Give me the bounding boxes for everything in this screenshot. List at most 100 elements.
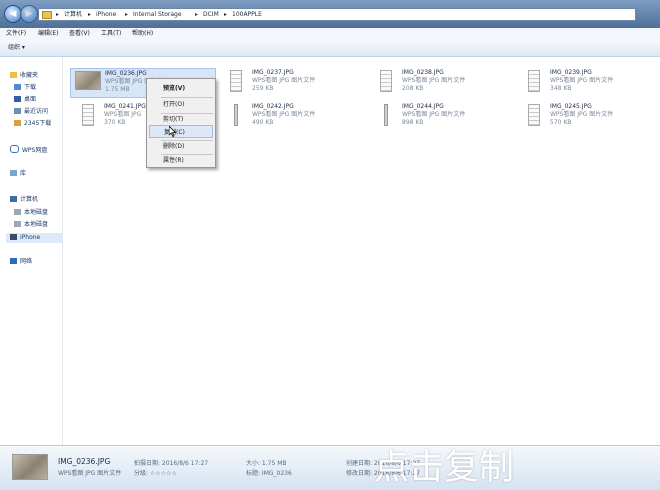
nav-label: 收藏夹	[20, 72, 39, 79]
photo-thumbnail	[528, 70, 540, 92]
nav-libraries[interactable]: 库	[10, 169, 26, 179]
library-icon	[10, 170, 17, 176]
nav-iphone[interactable]: iPhone	[6, 233, 62, 243]
forward-button[interactable]: ▶	[20, 5, 38, 23]
photo-thumbnail	[75, 71, 101, 90]
chevron-right-icon: ▸	[195, 11, 199, 18]
mouse-cursor-icon	[168, 125, 177, 138]
title-bar: ◀ ▶ ▸ 计算机 ▸ iPhone ▸ Internal Storage ▸ …	[0, 0, 660, 28]
file-size: 898 KB	[402, 119, 424, 126]
recent-places-icon	[14, 108, 21, 114]
nav-favorites[interactable]: 收藏夹	[10, 71, 38, 81]
file-type: WPS看图 JPG 图片文件	[402, 111, 466, 118]
chevron-right-icon: ▸	[56, 11, 60, 18]
computer-icon	[10, 196, 17, 202]
breadcrumb-computer[interactable]: 计算机	[64, 11, 82, 19]
nav-2345-downloads[interactable]: 2345下载	[14, 119, 51, 129]
breadcrumb-dcim[interactable]: DCIM	[203, 11, 219, 19]
nav-label: WPS网盘	[22, 147, 48, 154]
details-pane: IMG_0236.JPG WPS看图 JPG 图片文件 拍摄日期: 2016/8…	[0, 445, 660, 490]
file-size: 570 KB	[550, 119, 572, 126]
desktop-icon	[14, 96, 21, 102]
file-size: 1.75 MB	[105, 86, 130, 93]
file-tile[interactable]: IMG_0238.JPG WPS看图 JPG 图片文件 208 KB	[368, 68, 508, 98]
file-tile[interactable]: IMG_0241.JPG WPS看图 JPG 370 KB	[70, 102, 148, 132]
file-name: IMG_0242.JPG	[252, 103, 294, 110]
file-type: WPS看图 JPG 图片文件	[550, 111, 614, 118]
file-size: 490 KB	[252, 119, 274, 126]
menu-help[interactable]: 帮助(H)	[132, 30, 153, 38]
breadcrumb-iphone[interactable]: iPhone	[96, 11, 116, 19]
photo-thumbnail	[380, 70, 392, 92]
file-type: WPS看图 JPG	[104, 111, 142, 118]
breadcrumb-100apple[interactable]: 100APPLE	[232, 11, 262, 19]
detail-date-taken: 拍摄日期: 2016/8/6 17:27	[134, 460, 209, 467]
nav-recent[interactable]: 最近访问	[14, 107, 48, 117]
menu-item-preview[interactable]: 预览(V)	[149, 82, 213, 95]
address-bar[interactable]: ▸ 计算机 ▸ iPhone ▸ Internal Storage ▸ DCIM…	[38, 8, 636, 21]
download-icon	[14, 84, 21, 90]
file-tile[interactable]: IMG_0245.JPG WPS看图 JPG 图片文件 570 KB	[516, 102, 656, 132]
nav-label: 本地磁盘	[24, 221, 49, 228]
organize-button[interactable]: 组织 ▾	[8, 44, 25, 52]
file-tile[interactable]: IMG_0239.JPG WPS看图 JPG 图片文件 348 KB	[516, 68, 656, 98]
nav-label: 最近访问	[24, 108, 49, 115]
photo-thumbnail	[234, 104, 238, 126]
photo-thumbnail	[12, 454, 48, 480]
file-name: IMG_0245.JPG	[550, 103, 592, 110]
forward-arrow-icon: ▶	[25, 9, 33, 19]
folder-icon	[14, 120, 21, 126]
file-tile[interactable]: IMG_0244.JPG WPS看图 JPG 图片文件 898 KB	[368, 102, 508, 132]
nav-label: 计算机	[20, 196, 39, 203]
file-name: IMG_0241.JPG	[104, 103, 146, 110]
phone-icon	[10, 234, 17, 240]
star-icon	[10, 72, 17, 78]
chevron-right-icon: ▸	[88, 11, 92, 18]
photo-thumbnail	[384, 104, 388, 126]
navigation-pane: 收藏夹 下载 桌面 最近访问 2345下载 WPS网盘 库 计算机 本地磁盘 本…	[0, 57, 63, 445]
nav-local-disk-2[interactable]: 本地磁盘	[14, 220, 48, 230]
menu-item-copy[interactable]: 复制(C)	[149, 125, 213, 138]
menu-view[interactable]: 查看(V)	[69, 30, 90, 38]
menu-edit[interactable]: 编辑(E)	[38, 30, 58, 38]
nav-computer[interactable]: 计算机	[10, 195, 38, 205]
file-type: WPS看图 JPG 图片文件	[252, 111, 316, 118]
nav-label: 本地磁盘	[24, 209, 49, 216]
file-tile[interactable]: IMG_0242.JPG WPS看图 JPG 图片文件 490 KB	[218, 102, 358, 132]
video-caption: 点击复制	[374, 448, 515, 488]
detail-title[interactable]: 标题: IMG_0236	[246, 470, 292, 478]
nav-downloads[interactable]: 下载	[14, 83, 36, 93]
menu-item-delete[interactable]: 删除(D)	[149, 140, 213, 153]
nav-local-disk-1[interactable]: 本地磁盘	[14, 208, 48, 218]
file-type: WPS看图 JPG 图片文件	[252, 77, 316, 84]
detail-file-name: IMG_0236.JPG	[58, 457, 111, 466]
nav-label: 下载	[24, 84, 37, 91]
nav-label: 库	[20, 170, 27, 177]
file-tile[interactable]: IMG_0237.JPG WPS看图 JPG 图片文件 259 KB	[218, 68, 358, 98]
menu-item-properties[interactable]: 属性(R)	[149, 154, 213, 167]
file-size: 370 KB	[104, 119, 126, 126]
file-type: WPS看图 JPG 图片文件	[402, 77, 466, 84]
menu-item-open[interactable]: 打开(O)	[149, 98, 213, 111]
nav-network[interactable]: 网络	[10, 257, 32, 267]
detail-size: 大小: 1.75 MB	[246, 460, 287, 467]
menu-file[interactable]: 文件(F)	[6, 30, 26, 38]
hard-drive-icon	[14, 221, 21, 227]
file-name: IMG_0239.JPG	[550, 69, 592, 76]
nav-label: iPhone	[20, 234, 41, 241]
photo-thumbnail	[230, 70, 242, 92]
folder-icon	[42, 11, 52, 19]
file-name: IMG_0244.JPG	[402, 103, 444, 110]
file-size: 348 KB	[550, 85, 572, 92]
chevron-right-icon: ▸	[224, 11, 228, 18]
photo-thumbnail	[82, 104, 94, 126]
detail-rating[interactable]: 分级: ☆☆☆☆☆	[134, 470, 177, 478]
breadcrumb-internal-storage[interactable]: Internal Storage	[133, 11, 182, 19]
context-menu: 预览(V) 打开(O) 剪切(T) 复制(C) 删除(D) 属性(R)	[146, 78, 216, 168]
nav-label: 2345下载	[24, 120, 52, 127]
menu-tools[interactable]: 工具(T)	[101, 30, 121, 38]
nav-desktop[interactable]: 桌面	[14, 95, 36, 105]
nav-wps-cloud[interactable]: WPS网盘	[10, 145, 47, 155]
cloud-icon	[10, 145, 19, 153]
file-type: WPS看图 JPG 图片文件	[550, 77, 614, 84]
